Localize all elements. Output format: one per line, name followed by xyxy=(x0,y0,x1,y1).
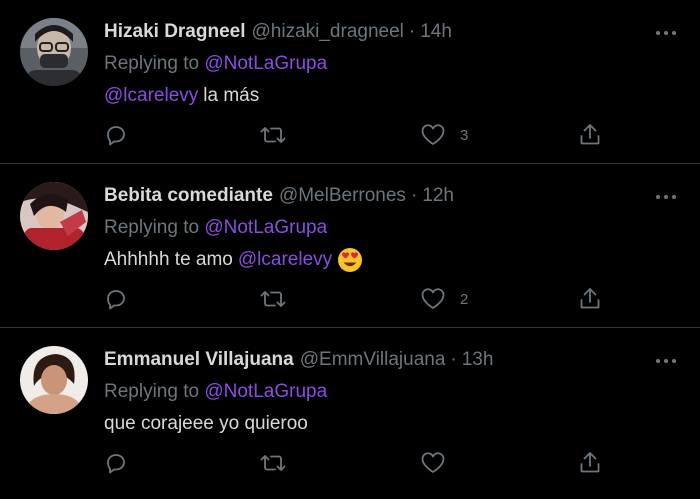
share-button[interactable] xyxy=(578,286,602,312)
avatar[interactable] xyxy=(20,182,88,250)
reply-icon xyxy=(107,290,125,310)
replying-label: Replying to xyxy=(104,217,200,238)
replying-to-mention[interactable]: @NotLaGrupa xyxy=(204,381,327,402)
tweet-header: Emmanuel Villajuana @EmmVillajuana · 13h xyxy=(104,346,676,374)
tweet[interactable]: Emmanuel Villajuana @EmmVillajuana · 13h… xyxy=(0,328,700,499)
tweet[interactable]: Hizaki Dragneel @hizaki_dragneel · 14h R… xyxy=(0,0,700,164)
tweet-header: Bebita comediante @MelBerrones · 12h xyxy=(104,182,676,210)
like-button[interactable] xyxy=(420,450,460,476)
tweet-text: que corajeee yo quieroo xyxy=(104,409,676,439)
display-name[interactable]: Hizaki Dragneel xyxy=(104,18,246,46)
reply-icon xyxy=(107,126,125,146)
retweet-button[interactable] xyxy=(259,286,287,312)
share-button[interactable] xyxy=(578,122,602,148)
reply-button[interactable] xyxy=(104,122,128,148)
like-button[interactable]: 3 xyxy=(420,122,468,148)
retweet-button[interactable] xyxy=(259,450,287,476)
tweet-text: Ahhhhh te amo @lcarelevy xyxy=(104,245,676,275)
tweet-actions: 3 xyxy=(104,122,614,148)
heart-icon xyxy=(421,452,445,473)
like-button[interactable]: 2 xyxy=(420,286,468,312)
share-icon xyxy=(580,124,600,145)
tweet-text-body: que corajeee yo quieroo xyxy=(104,413,308,434)
tweet-text-body: Ahhhhh te amo xyxy=(104,249,233,270)
replying-label: Replying to xyxy=(104,381,200,402)
retweet-icon xyxy=(260,291,286,307)
avatar[interactable] xyxy=(20,346,88,414)
user-handle[interactable]: @MelBerrones xyxy=(279,182,406,210)
like-count: 3 xyxy=(460,126,469,144)
reply-button[interactable] xyxy=(104,286,128,312)
like-count: 2 xyxy=(460,290,469,308)
retweet-icon xyxy=(260,127,286,143)
more-icon[interactable] xyxy=(652,354,680,368)
separator-dot: · xyxy=(410,185,418,206)
share-button[interactable] xyxy=(578,450,602,476)
text-mention[interactable]: @lcarelevy xyxy=(104,81,198,111)
tweet-actions: 2 xyxy=(104,286,614,312)
replying-to-mention[interactable]: @NotLaGrupa xyxy=(204,217,327,238)
timestamp[interactable]: 14h xyxy=(420,18,452,46)
tweet-text-body: la más xyxy=(203,85,260,106)
heart-icon xyxy=(421,124,445,145)
more-icon[interactable] xyxy=(652,26,680,40)
reply-icon xyxy=(107,454,125,474)
display-name[interactable]: Bebita comediante xyxy=(104,182,273,210)
replying-to-mention[interactable]: @NotLaGrupa xyxy=(204,53,327,74)
tweet-actions xyxy=(104,450,614,476)
avatar[interactable] xyxy=(20,18,88,86)
retweet-icon xyxy=(260,455,286,471)
replying-to: Replying to @NotLaGrupa xyxy=(104,213,676,243)
separator-dot: · xyxy=(408,21,416,42)
tweet-header: Hizaki Dragneel @hizaki_dragneel · 14h xyxy=(104,18,676,46)
heart-icon xyxy=(421,288,445,309)
reply-button[interactable] xyxy=(104,450,128,476)
timestamp[interactable]: 12h xyxy=(422,182,454,210)
replying-to: Replying to @NotLaGrupa xyxy=(104,49,676,79)
replying-label: Replying to xyxy=(104,53,200,74)
display-name[interactable]: Emmanuel Villajuana xyxy=(104,346,294,374)
separator-dot: · xyxy=(450,349,457,370)
replying-to: Replying to @NotLaGrupa xyxy=(104,377,676,407)
text-mention[interactable]: @lcarelevy xyxy=(238,245,332,275)
share-icon xyxy=(580,288,600,309)
heart-eyes-emoji xyxy=(338,248,363,272)
share-icon xyxy=(580,452,600,473)
timestamp[interactable]: 13h xyxy=(462,346,494,374)
retweet-button[interactable] xyxy=(259,122,287,148)
user-handle[interactable]: @hizaki_dragneel xyxy=(252,18,404,46)
tweet[interactable]: Bebita comediante @MelBerrones · 12h Rep… xyxy=(0,164,700,328)
user-handle[interactable]: @EmmVillajuana xyxy=(300,346,446,374)
tweet-text: @lcarelevy la más xyxy=(104,81,676,111)
more-icon[interactable] xyxy=(652,190,680,204)
